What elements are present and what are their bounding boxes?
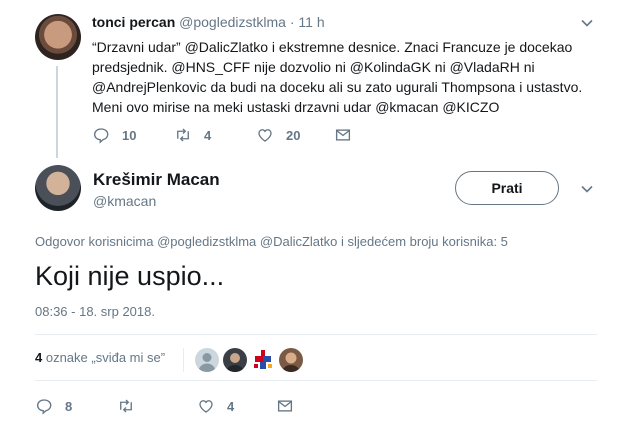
liker-avatar[interactable]: [279, 348, 303, 372]
thread-line: [56, 66, 58, 158]
tweet-text-line: “Drzavni udar” @DalicZlatko i ekstremne …: [92, 39, 573, 55]
tweet-actions: 10 4 20: [92, 124, 392, 146]
tweet-actions: 8 4: [35, 395, 335, 417]
tweet-text: “Drzavni udar” @DalicZlatko i ekstremne …: [92, 37, 612, 117]
retweet-icon: [120, 399, 132, 413]
follow-button[interactable]: Prati: [455, 171, 559, 205]
tweet-header: tonci percan @pogledizstklma · 11 h: [92, 14, 325, 30]
author-name[interactable]: tonci percan: [92, 14, 175, 30]
likes-text: oznake „sviđa mi se”: [42, 350, 166, 365]
tweet-text-line: predsjednik. @HNS_CFF nije dozvolio ni @…: [92, 59, 535, 75]
reply-button[interactable]: 8: [35, 395, 72, 417]
retweet-count: 4: [204, 127, 212, 143]
like-button[interactable]: 4: [197, 395, 234, 417]
replying-to: Odgovor korisnicima @pogledizstklma @Dal…: [35, 234, 508, 249]
parent-tweet[interactable]: tonci percan @pogledizstklma · 11 h “Drz…: [0, 0, 626, 160]
retweet-button[interactable]: 4: [174, 124, 211, 146]
reply-icon: [36, 399, 52, 415]
author-name[interactable]: Krešimir Macan: [93, 170, 220, 190]
divider: [35, 334, 597, 335]
heart-icon: [199, 400, 213, 413]
like-button[interactable]: 20: [256, 124, 300, 146]
avatar[interactable]: [35, 165, 81, 211]
likes-label[interactable]: 4 oznake „sviđa mi se”: [35, 350, 165, 365]
reply-count: 8: [65, 398, 73, 414]
chevron-down-icon[interactable]: [580, 182, 594, 196]
reply-button[interactable]: 10: [92, 124, 136, 146]
avatar[interactable]: [35, 14, 81, 60]
retweet-icon: [177, 128, 189, 142]
reply-icon: [93, 128, 109, 144]
likes-row[interactable]: 4 oznake „sviđa mi se”: [35, 346, 595, 374]
message-button[interactable]: [334, 124, 364, 146]
retweet-button[interactable]: [117, 395, 147, 417]
tweet-text: Koji nije uspio...: [35, 261, 225, 291]
author-meta[interactable]: @pogledizstklma · 11 h: [179, 14, 324, 30]
envelope-icon: [335, 129, 351, 141]
divider: [35, 380, 597, 381]
liker-avatar[interactable]: [251, 348, 275, 372]
reply-count: 10: [122, 127, 137, 143]
like-count: 4: [227, 398, 235, 414]
divider: [183, 348, 184, 372]
like-count: 20: [286, 127, 301, 143]
chevron-down-icon[interactable]: [580, 16, 594, 30]
heart-icon: [258, 129, 272, 142]
liker-avatar[interactable]: [195, 348, 219, 372]
tweet-text-line: @AndrejPlenkovic da budi na doceku ali s…: [92, 79, 583, 95]
tweet-text-line: Meni ovo mirise na meki ustaski drzavni …: [92, 99, 500, 115]
message-button[interactable]: [276, 395, 306, 417]
liker-avatar[interactable]: [223, 348, 247, 372]
envelope-icon: [277, 400, 293, 412]
author-handle[interactable]: @kmacan: [93, 193, 156, 209]
tweet-timestamp[interactable]: 08:36 - 18. srp 2018.: [35, 304, 155, 319]
